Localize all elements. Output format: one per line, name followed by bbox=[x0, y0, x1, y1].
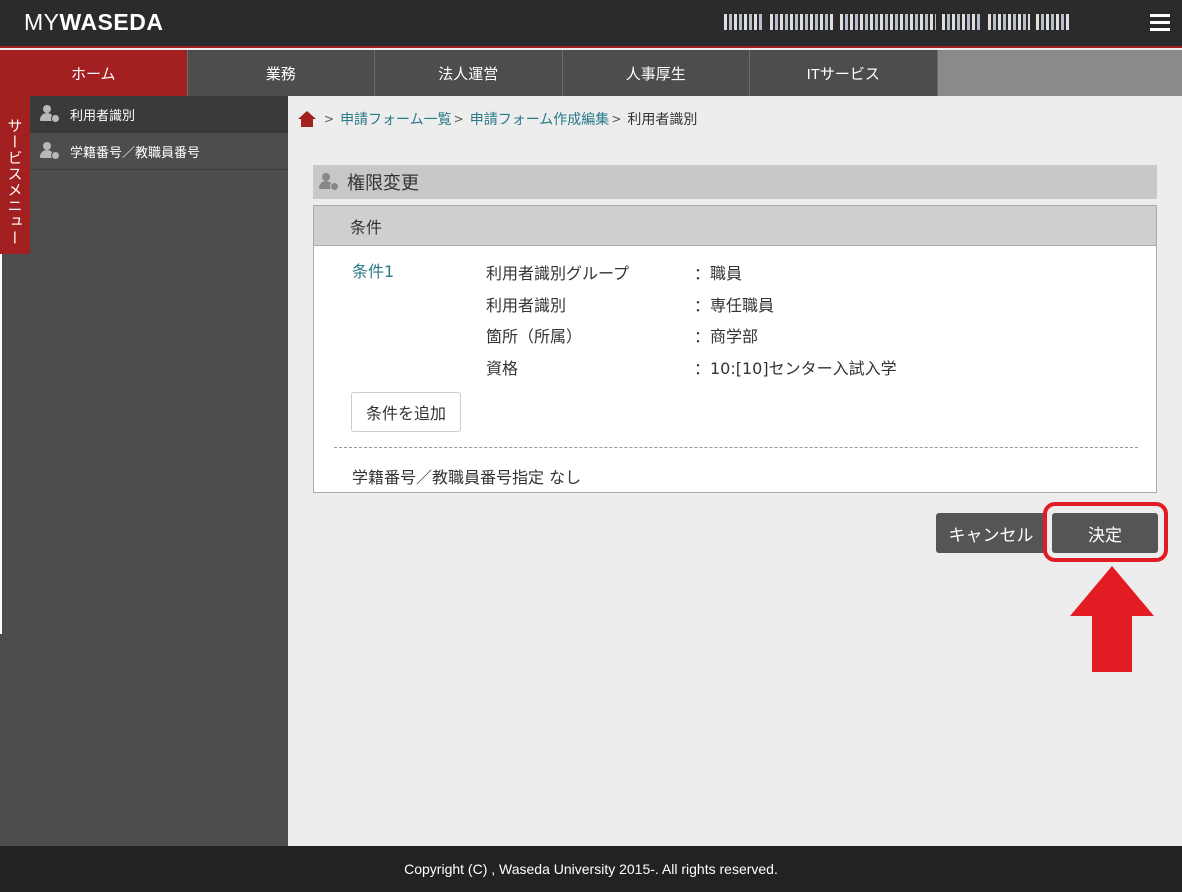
tab-corporate-management[interactable]: 法人運営 bbox=[375, 50, 563, 96]
divider bbox=[334, 447, 1138, 448]
condition-value: ：10:[10]センター入試入学 bbox=[694, 359, 897, 378]
user-check-icon bbox=[40, 142, 60, 160]
mywaseda-logo[interactable]: MYWASEDA bbox=[24, 9, 163, 36]
add-condition-button[interactable]: 条件を追加 bbox=[351, 392, 461, 432]
condition-value: ：商学部 bbox=[694, 327, 759, 346]
conditions-box: 条件 条件1 利用者識別グループ ：職員 利用者識別 ：専任職員 箇所（所属） … bbox=[313, 205, 1157, 493]
panel-title-text: 権限変更 bbox=[347, 173, 419, 194]
breadcrumb-current: 利用者識別 bbox=[627, 112, 698, 128]
user-check-icon bbox=[319, 173, 339, 191]
condition-key: 箇所（所属） bbox=[486, 327, 583, 346]
tab-business[interactable]: 業務 bbox=[187, 50, 375, 96]
annotation-arrow-up-icon bbox=[1070, 566, 1154, 672]
footer-copyright: Copyright (C) , Waseda University 2015-.… bbox=[0, 846, 1182, 892]
sidebar-item-label: 利用者識別 bbox=[70, 108, 136, 124]
condition-1-link[interactable]: 条件1 bbox=[352, 258, 394, 282]
sidebar-item-label: 学籍番号／教職員番号 bbox=[70, 145, 201, 161]
sidebar-item-student-staff-number[interactable]: 学籍番号／教職員番号 bbox=[30, 133, 288, 170]
cancel-button[interactable]: キャンセル bbox=[936, 513, 1046, 553]
service-menu-divider bbox=[0, 254, 2, 634]
user-info-redacted bbox=[724, 10, 1134, 34]
service-menu-tab[interactable]: サービスメニュー bbox=[0, 96, 30, 254]
tab-it-services[interactable]: ITサービス bbox=[750, 50, 938, 96]
breadcrumb-separator: > bbox=[611, 112, 622, 126]
sidebar-item-user-identification[interactable]: 利用者識別 bbox=[30, 96, 288, 133]
home-icon[interactable] bbox=[298, 110, 316, 128]
hamburger-menu-icon[interactable] bbox=[1150, 14, 1170, 32]
decide-button[interactable]: 決定 bbox=[1052, 513, 1158, 553]
user-check-icon bbox=[40, 105, 60, 123]
conditions-header: 条件 bbox=[314, 206, 1156, 246]
breadcrumb: > 申請フォーム一覧 > 申請フォーム作成編集 > 利用者識別 bbox=[298, 106, 697, 132]
breadcrumb-separator: > bbox=[324, 112, 335, 126]
tab-home[interactable]: ホーム bbox=[0, 50, 188, 96]
condition-value: ：職員 bbox=[694, 264, 743, 283]
sidebar bbox=[0, 96, 288, 846]
condition-key: 資格 bbox=[486, 359, 519, 378]
main-nav: ホーム 業務 法人運営 人事厚生 ITサービス bbox=[0, 50, 1182, 96]
condition-key: 利用者識別 bbox=[486, 296, 567, 315]
app-header: MYWASEDA bbox=[0, 0, 1182, 48]
breadcrumb-link-form-list[interactable]: 申請フォーム一覧 bbox=[340, 109, 452, 129]
panel-title: 権限変更 bbox=[313, 165, 1157, 199]
condition-key: 利用者識別グループ bbox=[486, 264, 630, 283]
student-number-note: 学籍番号／教職員番号指定 なし bbox=[352, 468, 582, 487]
condition-value: ：専任職員 bbox=[694, 296, 775, 315]
breadcrumb-separator: > bbox=[453, 112, 464, 126]
breadcrumb-link-form-edit[interactable]: 申請フォーム作成編集 bbox=[470, 109, 610, 129]
tab-hr-welfare[interactable]: 人事厚生 bbox=[562, 50, 750, 96]
